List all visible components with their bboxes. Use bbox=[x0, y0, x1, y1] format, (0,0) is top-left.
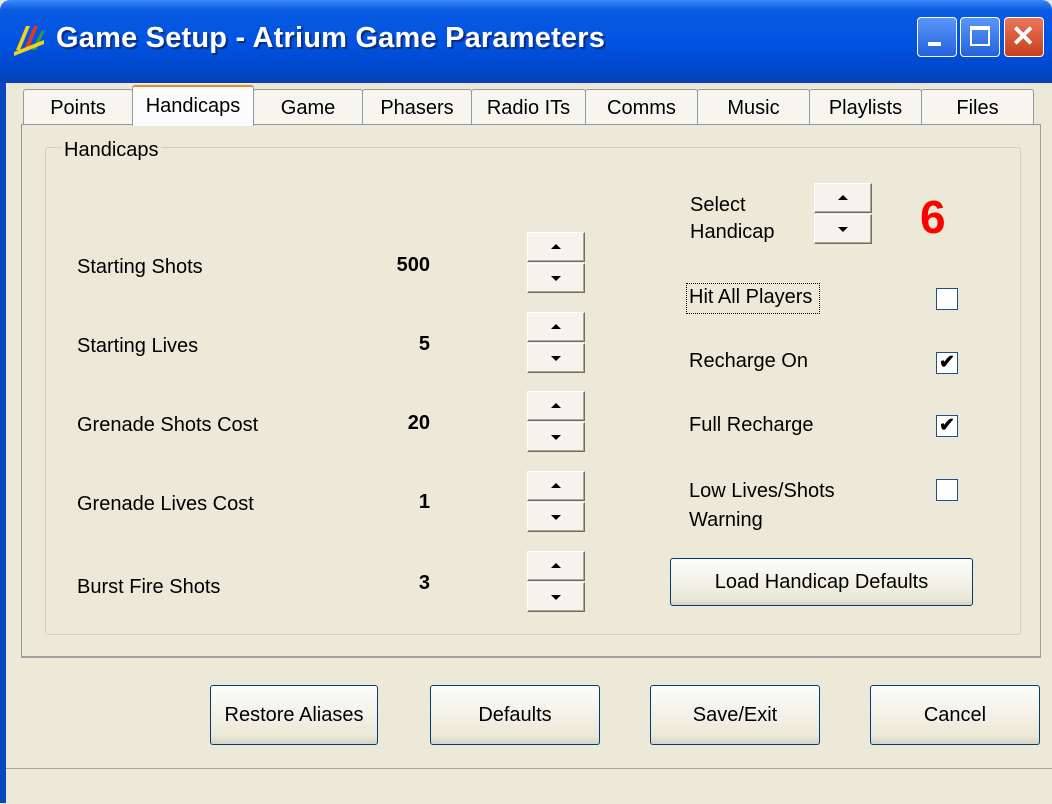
select-handicap-label: Select Handicap bbox=[690, 192, 775, 246]
select-handicap-up-button[interactable] bbox=[814, 183, 872, 213]
tab-game[interactable]: Game bbox=[253, 89, 363, 125]
grenade-lives-cost-up-button[interactable] bbox=[527, 471, 585, 501]
full-recharge-label[interactable]: Full Recharge bbox=[689, 414, 814, 437]
low-lives-shots-warning-checkbox[interactable] bbox=[936, 479, 958, 501]
burst-fire-shots-up-button[interactable] bbox=[527, 551, 585, 581]
minimize-button[interactable] bbox=[917, 17, 957, 57]
burst-fire-shots-spinner[interactable] bbox=[527, 551, 585, 613]
starting-shots-value: 500 bbox=[396, 254, 430, 276]
tab-comms[interactable]: Comms bbox=[585, 89, 698, 125]
groupbox-label: Handicaps bbox=[62, 139, 161, 162]
arrow-up-icon bbox=[838, 195, 848, 200]
checkmark-icon: ✔ bbox=[939, 352, 955, 373]
maximize-icon bbox=[970, 26, 990, 46]
arrow-up-icon bbox=[551, 563, 561, 568]
checkmark-icon: ✔ bbox=[939, 415, 955, 436]
arrow-up-icon bbox=[551, 483, 561, 488]
low-lives-shots-warning-line1: Low Lives/Shots bbox=[689, 480, 835, 502]
atrium-app-icon bbox=[14, 26, 44, 56]
low-lives-shots-warning-label[interactable]: Low Lives/Shots Warning bbox=[689, 477, 835, 535]
cancel-button[interactable]: Cancel bbox=[870, 685, 1040, 745]
status-bar bbox=[6, 768, 1052, 804]
select-handicap-spinner[interactable] bbox=[814, 183, 872, 245]
recharge-on-label[interactable]: Recharge On bbox=[689, 350, 808, 373]
starting-shots-up-button[interactable] bbox=[527, 232, 585, 262]
grenade-lives-cost-spinner[interactable] bbox=[527, 471, 585, 533]
tab-playlists[interactable]: Playlists bbox=[809, 89, 922, 125]
hit-all-players-label[interactable]: Hit All Players bbox=[689, 286, 812, 309]
burst-fire-shots-down-button[interactable] bbox=[527, 582, 585, 612]
minimize-icon bbox=[928, 42, 941, 46]
selected-handicap-number: 6 bbox=[920, 191, 946, 243]
grenade-shots-cost-value: 20 bbox=[407, 412, 430, 434]
grenade-shots-cost-down-button[interactable] bbox=[527, 422, 585, 452]
arrow-up-icon bbox=[551, 403, 561, 408]
load-handicap-defaults-button[interactable]: Load Handicap Defaults bbox=[670, 558, 973, 606]
select-handicap-label-line2: Handicap bbox=[690, 221, 775, 243]
starting-lives-up-button[interactable] bbox=[527, 312, 585, 342]
tab-radio-its[interactable]: Radio ITs bbox=[471, 89, 586, 125]
starting-lives-value: 5 bbox=[418, 333, 430, 355]
tab-phasers[interactable]: Phasers bbox=[362, 89, 472, 125]
arrow-down-icon bbox=[551, 595, 561, 600]
starting-lives-label: Starting Lives bbox=[77, 335, 199, 357]
select-handicap-down-button[interactable] bbox=[814, 214, 872, 244]
low-lives-shots-warning-line2: Warning bbox=[689, 509, 763, 531]
starting-shots-spinner[interactable] bbox=[527, 232, 585, 294]
arrow-down-icon bbox=[551, 515, 561, 520]
starting-shots-label: Starting Shots bbox=[77, 256, 203, 278]
full-recharge-checkbox[interactable]: ✔ bbox=[936, 415, 958, 437]
grenade-lives-cost-down-button[interactable] bbox=[527, 502, 585, 532]
title-bar[interactable]: Game Setup - Atrium Game Parameters ✕ bbox=[0, 0, 1052, 83]
maximize-button[interactable] bbox=[960, 17, 1000, 57]
select-handicap-label-line1: Select bbox=[690, 194, 746, 216]
arrow-down-icon bbox=[551, 276, 561, 281]
defaults-button[interactable]: Defaults bbox=[430, 685, 600, 745]
burst-fire-shots-label: Burst Fire Shots bbox=[77, 576, 221, 598]
arrow-up-icon bbox=[551, 244, 561, 249]
tab-music[interactable]: Music bbox=[697, 89, 810, 125]
arrow-down-icon bbox=[551, 356, 561, 361]
starting-shots-down-button[interactable] bbox=[527, 263, 585, 293]
grenade-shots-cost-spinner[interactable] bbox=[527, 391, 585, 453]
tab-files[interactable]: Files bbox=[921, 89, 1034, 125]
grenade-shots-cost-up-button[interactable] bbox=[527, 391, 585, 421]
starting-lives-down-button[interactable] bbox=[527, 343, 585, 373]
tab-points[interactable]: Points bbox=[23, 89, 133, 125]
grenade-lives-cost-value: 1 bbox=[418, 491, 430, 513]
close-icon: ✕ bbox=[1011, 21, 1036, 53]
recharge-on-checkbox[interactable]: ✔ bbox=[936, 352, 958, 374]
grenade-lives-cost-label: Grenade Lives Cost bbox=[77, 493, 254, 515]
hit-all-players-checkbox[interactable] bbox=[936, 288, 958, 310]
window-title: Game Setup - Atrium Game Parameters bbox=[56, 22, 606, 54]
arrow-down-icon bbox=[551, 435, 561, 440]
arrow-down-icon bbox=[838, 227, 848, 232]
starting-lives-spinner[interactable] bbox=[527, 312, 585, 374]
save-exit-button[interactable]: Save/Exit bbox=[650, 685, 820, 745]
restore-aliases-button[interactable]: Restore Aliases bbox=[210, 685, 378, 745]
window-frame-left bbox=[0, 83, 6, 803]
close-button[interactable]: ✕ bbox=[1004, 17, 1044, 57]
burst-fire-shots-value: 3 bbox=[418, 572, 430, 594]
grenade-shots-cost-label: Grenade Shots Cost bbox=[77, 414, 259, 436]
arrow-up-icon bbox=[551, 324, 561, 329]
tab-handicaps[interactable]: Handicaps bbox=[132, 85, 254, 126]
